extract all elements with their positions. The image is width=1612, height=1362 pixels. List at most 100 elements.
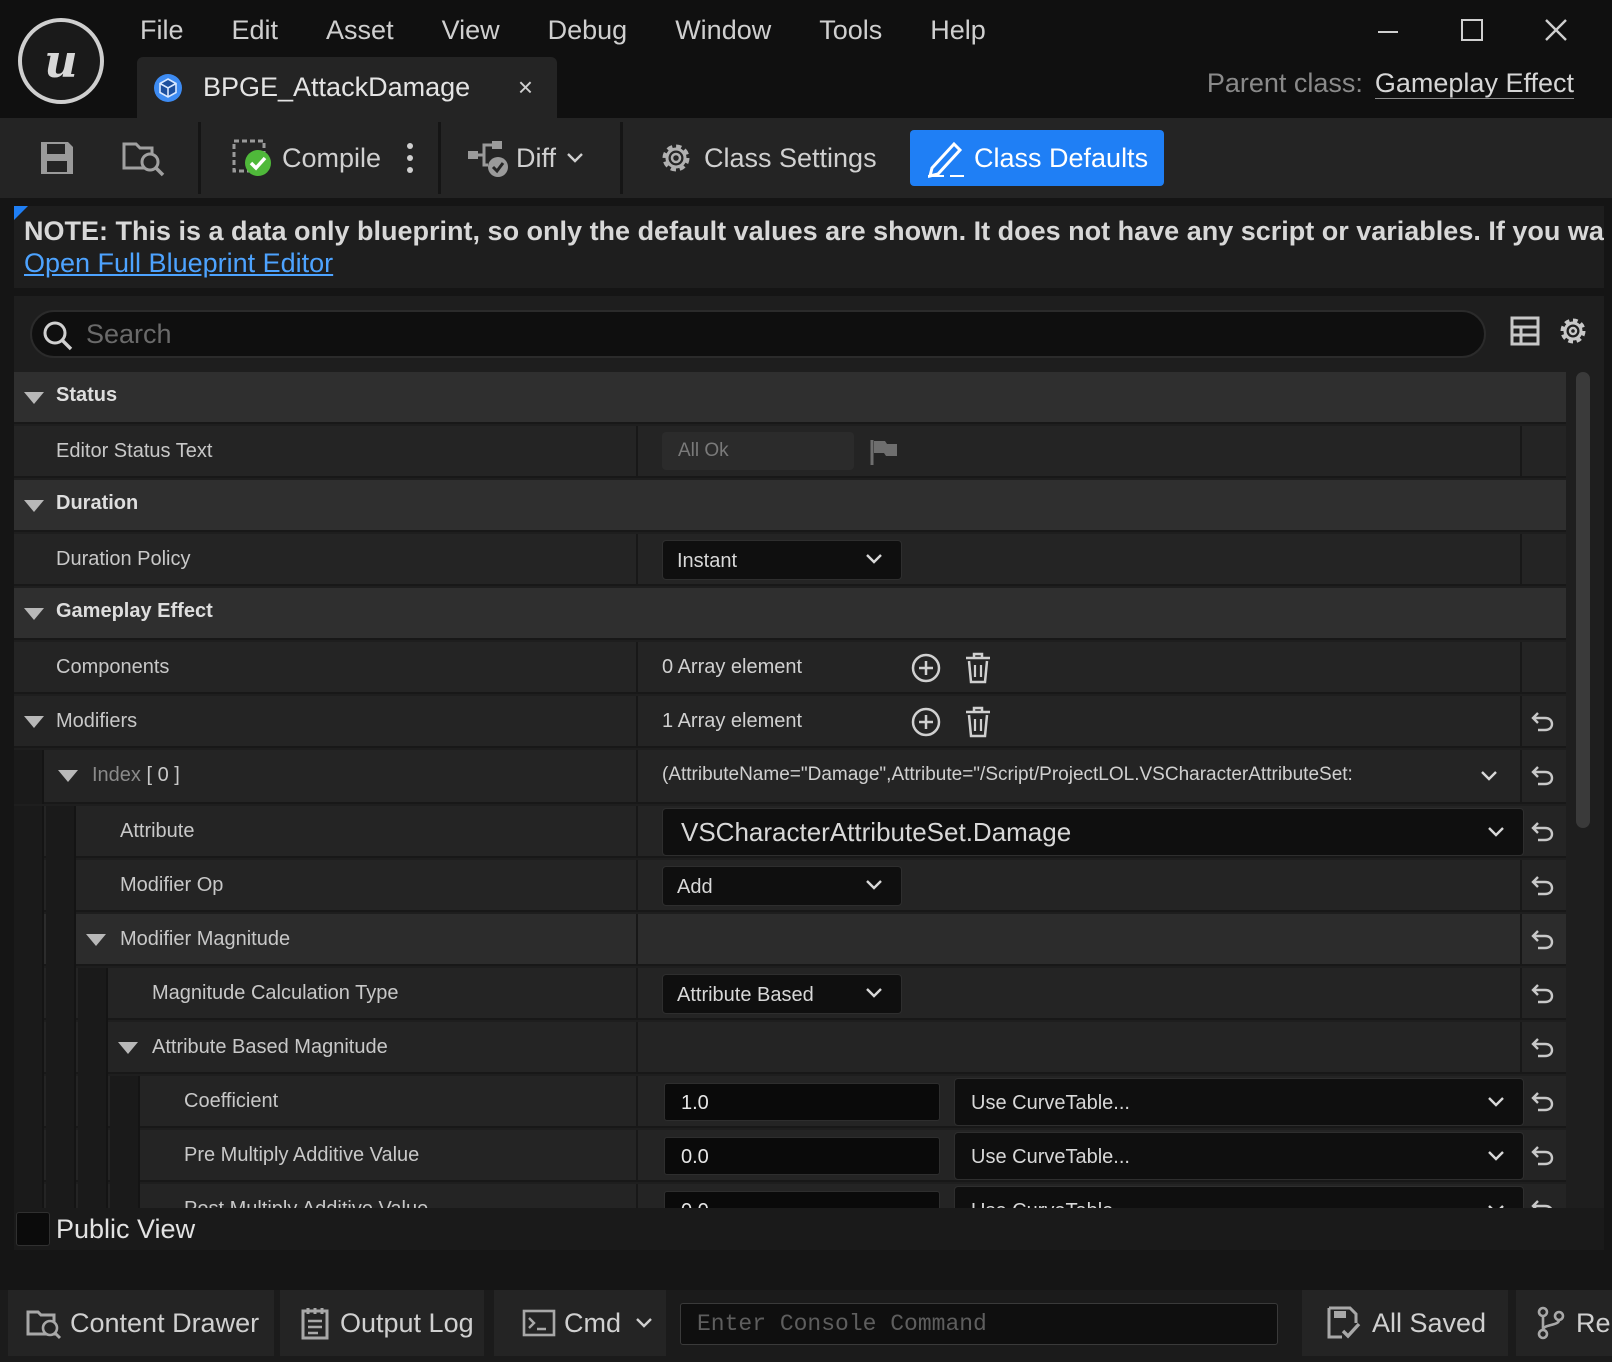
property-label: Coefficient [184, 1090, 279, 1112]
menu-asset[interactable]: Asset [302, 8, 418, 52]
details-scrollbar[interactable] [1576, 372, 1590, 828]
category-duration[interactable]: Duration [14, 480, 1566, 532]
flag-icon[interactable] [869, 438, 899, 466]
modifier-magnitude-row[interactable]: Modifier Magnitude [14, 914, 1566, 968]
reset-to-default-icon[interactable] [1530, 710, 1554, 732]
output-log-button[interactable]: Output Log [280, 1290, 484, 1356]
indent-guide [14, 1076, 44, 1130]
column-divider [636, 914, 638, 966]
add-element-icon[interactable] [910, 652, 942, 684]
menu-edit[interactable]: Edit [208, 8, 303, 52]
chevron-down-icon[interactable] [1480, 770, 1498, 782]
indent-guide [78, 968, 108, 1022]
column-divider [636, 750, 638, 804]
unreal-logo[interactable]: u [18, 18, 104, 104]
browse-button[interactable] [122, 118, 166, 198]
more-options-icon [407, 143, 413, 173]
data-only-notice: NOTE: This is a data only blueprint, so … [14, 206, 1604, 288]
reset-to-default-icon[interactable] [1530, 1036, 1554, 1058]
reset-to-default-icon[interactable] [1530, 928, 1554, 950]
category-label: Gameplay Effect [56, 600, 213, 622]
category-status[interactable]: Status [14, 372, 1566, 424]
open-full-editor-link[interactable]: Open Full Blueprint Editor [24, 248, 333, 279]
gear-icon [662, 144, 690, 172]
calc-type-dropdown[interactable]: Attribute Based [662, 974, 902, 1014]
collapse-arrow-icon[interactable] [86, 934, 106, 946]
menu-view[interactable]: View [418, 8, 524, 52]
public-view-toggle[interactable]: Public View [14, 1208, 1604, 1250]
search-input[interactable] [86, 312, 1466, 356]
column-divider [636, 426, 638, 478]
curve-table-dropdown[interactable]: Use CurveTable... [954, 1078, 1524, 1126]
collapse-arrow-icon[interactable] [24, 500, 44, 512]
parent-class-link[interactable]: Gameplay Effect [1374, 68, 1574, 99]
trash-icon[interactable] [964, 706, 992, 738]
minimize-button[interactable] [1346, 8, 1430, 52]
menu-help[interactable]: Help [906, 8, 1010, 52]
revision-control-button[interactable]: Re [1516, 1290, 1612, 1356]
indent-guide [46, 1076, 76, 1130]
property-matrix-icon[interactable] [1510, 316, 1540, 346]
property-label: Modifier Magnitude [120, 928, 291, 950]
collapse-arrow-icon[interactable] [118, 1042, 138, 1054]
indent-guide [46, 1022, 76, 1076]
class-defaults-button[interactable]: Class Defaults [910, 130, 1164, 186]
reset-to-default-icon[interactable] [1530, 982, 1554, 1004]
console-input-box[interactable] [680, 1303, 1278, 1345]
toolbar-separator [620, 122, 623, 194]
dropdown-value: Use CurveTable... [971, 1146, 1130, 1168]
compile-options-button[interactable] [406, 118, 414, 198]
menu-tools[interactable]: Tools [795, 8, 906, 52]
coefficient-input[interactable]: 1.0 [664, 1083, 940, 1121]
modifier-op-dropdown[interactable]: Add [662, 866, 902, 906]
collapse-arrow-icon[interactable] [58, 770, 78, 782]
indent-guide [14, 1022, 44, 1076]
reset-to-default-icon[interactable] [1530, 764, 1554, 786]
diff-button[interactable]: Diff [466, 118, 584, 198]
reset-to-default-icon[interactable] [1530, 874, 1554, 896]
menu-file[interactable]: File [116, 8, 208, 52]
indent-guide [46, 914, 76, 968]
column-divider [636, 1022, 638, 1074]
content-drawer-button[interactable]: Content Drawer [8, 1290, 274, 1356]
tab-close-button[interactable]: × [518, 72, 533, 103]
chevron-down-icon [866, 554, 882, 564]
column-divider [636, 1130, 638, 1182]
save-button[interactable] [38, 118, 76, 198]
cmd-selector[interactable]: Cmd [494, 1290, 666, 1356]
pre-multiply-input[interactable]: 0.0 [664, 1137, 940, 1175]
class-settings-button[interactable]: Class Settings [656, 118, 877, 198]
reset-to-default-icon[interactable] [1530, 1090, 1554, 1112]
collapse-arrow-icon[interactable] [24, 608, 44, 620]
attribute-dropdown[interactable]: VSCharacterAttributeSet.Damage [662, 808, 1524, 856]
public-view-checkbox[interactable] [16, 1212, 50, 1246]
reset-to-default-icon[interactable] [1530, 1144, 1554, 1166]
maximize-button[interactable] [1430, 8, 1514, 52]
index-label-text: Index [92, 764, 141, 786]
coefficient-row: Coefficient 1.0 Use CurveTable... [14, 1076, 1566, 1130]
duration-policy-dropdown[interactable]: Instant [662, 540, 902, 580]
add-element-icon[interactable] [910, 706, 942, 738]
category-gameplay-effect[interactable]: Gameplay Effect [14, 588, 1566, 640]
compile-button[interactable]: Compile [232, 118, 381, 198]
console-command-input[interactable] [681, 1304, 1277, 1344]
curve-table-dropdown[interactable]: Use CurveTable... [954, 1132, 1524, 1180]
collapse-arrow-icon[interactable] [24, 392, 44, 404]
attribute-based-magnitude-row[interactable]: Attribute Based Magnitude [14, 1022, 1566, 1076]
dropdown-value: Use CurveTable... [971, 1092, 1130, 1114]
trash-icon[interactable] [964, 652, 992, 684]
column-divider [636, 806, 638, 858]
all-saved-button[interactable]: All Saved [1302, 1290, 1508, 1356]
browse-folder-icon [122, 142, 165, 177]
reset-to-default-icon[interactable] [1530, 820, 1554, 842]
search-bar[interactable] [30, 310, 1486, 358]
menu-window[interactable]: Window [651, 8, 795, 52]
menu-debug[interactable]: Debug [524, 8, 652, 52]
minimize-icon [1378, 31, 1398, 33]
close-window-button[interactable] [1514, 8, 1598, 52]
settings-gear-icon[interactable] [1556, 314, 1590, 348]
parent-class-label: Parent class: [1206, 68, 1363, 98]
indent-guide [46, 1130, 76, 1184]
collapse-arrow-icon[interactable] [24, 716, 44, 728]
document-tab[interactable]: BPGE_AttackDamage × [137, 57, 557, 118]
